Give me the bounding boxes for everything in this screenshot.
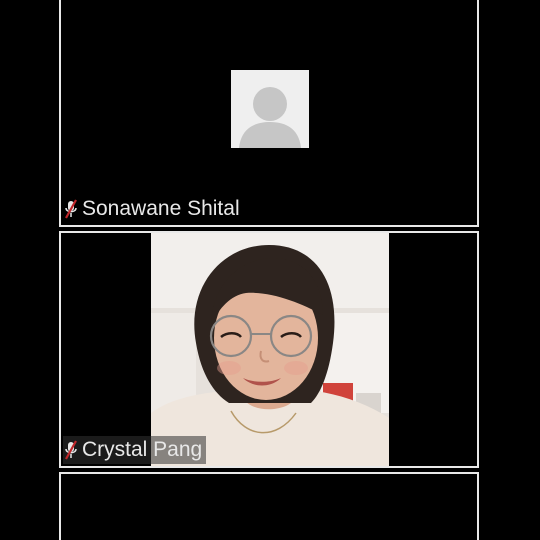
participant-video-feed [151,233,389,466]
participant-name-tag: Crystal Pang [63,436,207,464]
muted-microphone-icon [64,199,78,219]
participant-name-tag: Sonawane Shital [63,195,244,223]
video-call-gallery: Sonawane Shital Crystal Pang [0,0,540,540]
muted-microphone-icon [64,440,78,460]
participant-tile-partial[interactable] [59,472,479,540]
participant-tile-crystal-pang[interactable]: Crystal Pang [59,231,479,468]
default-avatar-icon [231,70,309,148]
participant-name: Sonawane Shital [82,197,240,220]
participant-tile-sonawane-shital[interactable]: Sonawane Shital [59,0,479,227]
participant-name: Crystal Pang [82,438,203,461]
